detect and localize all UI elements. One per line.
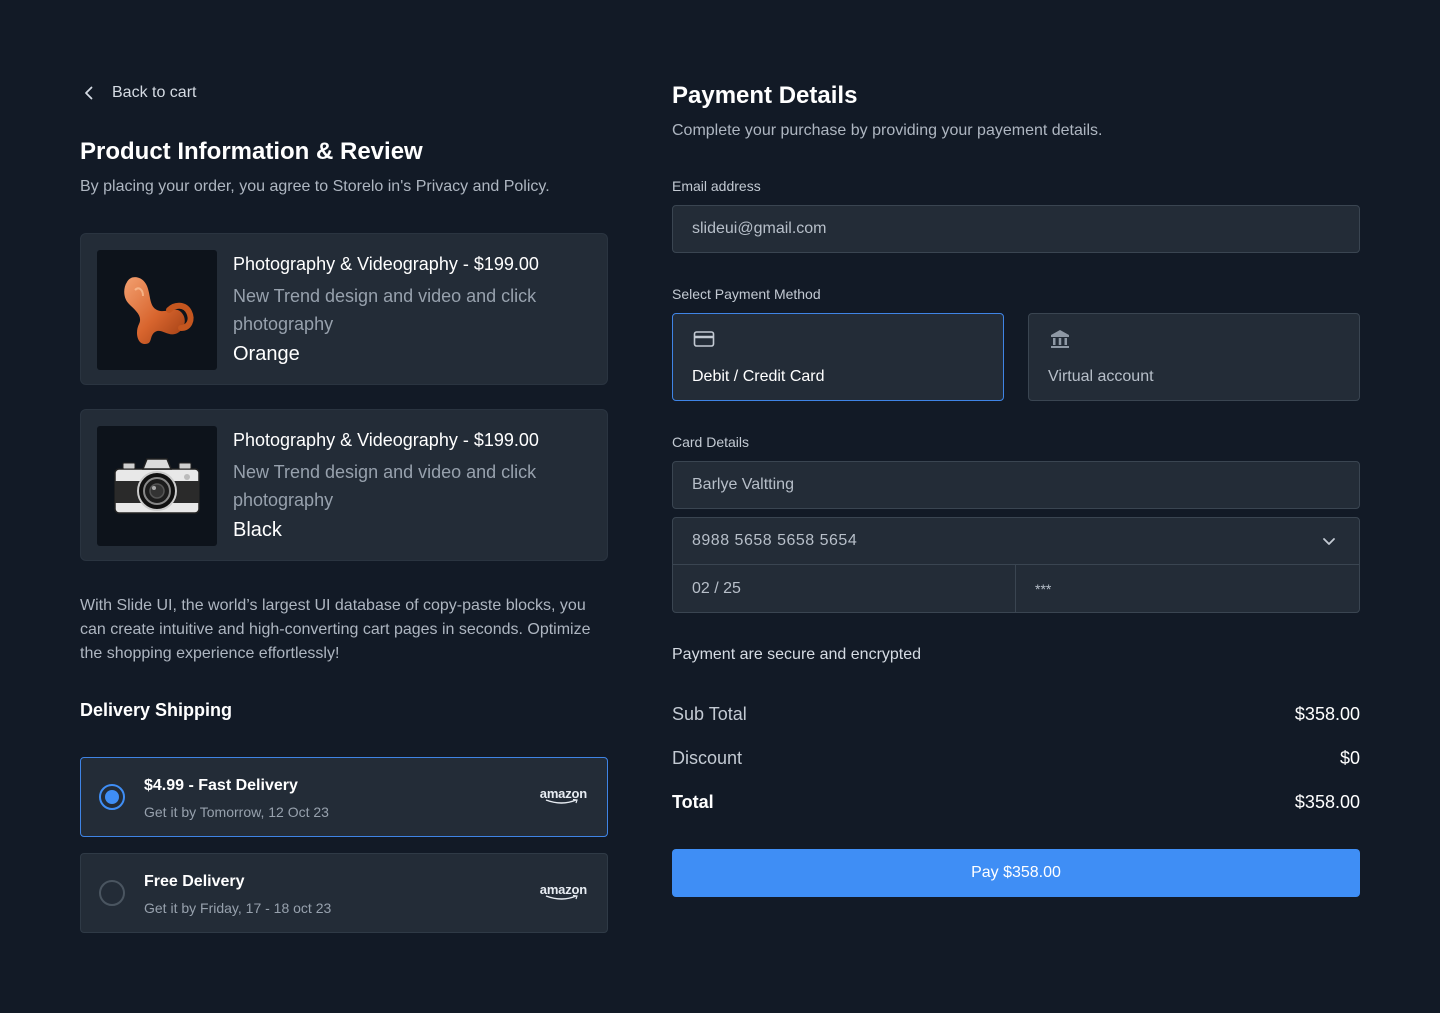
product-card: Photography & Videography - $199.00 New … <box>80 233 608 385</box>
radio-selected-icon[interactable] <box>99 784 125 810</box>
cardholder-name-field[interactable]: Barlye Valtting <box>672 461 1360 509</box>
bank-icon <box>1049 328 1071 350</box>
subtotal-row: Sub Total $358.00 <box>672 704 1360 725</box>
amazon-logo-icon: amazon <box>540 882 587 901</box>
email-label: Email address <box>672 178 761 194</box>
chevron-down-icon[interactable] <box>1321 533 1337 549</box>
card-expiry-field[interactable]: 02 / 25 <box>673 565 1016 612</box>
card-cvc-value: *** <box>1035 580 1052 597</box>
product-description: New Trend design and video and click pho… <box>233 462 537 510</box>
total-value: $358.00 <box>1294 792 1360 812</box>
shipping-name: Free Delivery <box>144 873 245 890</box>
pay-button[interactable]: Pay $358.00 <box>672 849 1360 897</box>
payment-method-virtual-account[interactable]: Virtual account <box>1028 313 1360 401</box>
product-description: New Trend design and video and click pho… <box>233 286 537 334</box>
orange-chair-icon <box>97 250 217 370</box>
card-details-label: Card Details <box>672 434 750 450</box>
shipping-eta: Get it by Tomorrow, 12 Oct 23 <box>144 804 329 820</box>
back-to-cart-link[interactable]: Back to cart <box>80 80 196 106</box>
radio-unselected-icon[interactable] <box>99 880 125 906</box>
method-label: Virtual account <box>1048 368 1154 385</box>
shipping-name: $4.99 - Fast Delivery <box>144 777 298 794</box>
product-info: Photography & Videography - $199.00 New … <box>233 252 593 368</box>
total-label: Total <box>672 792 714 812</box>
camera-icon <box>97 426 217 546</box>
payment-subtitle: Complete your purchase by providing your… <box>672 122 1103 139</box>
subtotal-value: $358.00 <box>1294 704 1360 724</box>
payment-method-card[interactable]: Debit / Credit Card <box>672 313 1004 401</box>
card-cvc-field[interactable]: *** <box>1016 565 1359 612</box>
shipping-text: Free Delivery Get it by Friday, 17 - 18 … <box>144 872 331 918</box>
product-info: Photography & Videography - $199.00 New … <box>233 428 593 544</box>
shipping-option-free[interactable]: Free Delivery Get it by Friday, 17 - 18 … <box>80 853 608 933</box>
credit-card-icon <box>693 328 715 350</box>
card-input-group: 8988 5658 5658 5654 02 / 25 *** <box>672 517 1360 613</box>
brand-label: amazon <box>539 882 587 897</box>
product-card: Photography & Videography - $199.00 New … <box>80 409 608 561</box>
method-label: Debit / Credit Card <box>692 368 825 385</box>
subtotal-label: Sub Total <box>672 704 747 724</box>
discount-row: Discount $0 <box>672 748 1360 769</box>
product-title: Photography & Videography - $199.00 <box>233 430 539 450</box>
payment-method-label: Select Payment Method <box>672 286 821 302</box>
discount-label: Discount <box>672 748 743 768</box>
brand-label: amazon <box>539 786 587 801</box>
email-field[interactable]: slideui@gmail.com <box>672 205 1360 253</box>
discount-value: $0 <box>1339 748 1360 768</box>
product-variant: Orange <box>233 343 300 365</box>
promo-blurb: With Slide UI, the world’s largest UI da… <box>80 597 591 662</box>
amazon-logo-icon: amazon <box>540 786 587 805</box>
cardholder-name-value: Barlye Valtting <box>692 476 794 493</box>
total-row: Total $358.00 <box>672 792 1360 813</box>
payment-title: Payment Details <box>672 82 858 109</box>
review-title: Product Information & Review <box>80 138 423 165</box>
chevron-left-icon <box>80 84 98 102</box>
delivery-title: Delivery Shipping <box>80 700 233 720</box>
card-number-value: 8988 5658 5658 5654 <box>692 532 858 549</box>
shipping-eta: Get it by Friday, 17 - 18 oct 23 <box>144 900 332 916</box>
review-subtitle: By placing your order, you agree to Stor… <box>80 178 550 195</box>
product-variant: Black <box>233 519 282 541</box>
checkout-page: Back to cart Product Information & Revie… <box>0 0 1440 1013</box>
shipping-option-fast[interactable]: $4.99 - Fast Delivery Get it by Tomorrow… <box>80 757 608 837</box>
card-expiry-value: 02 / 25 <box>692 579 741 597</box>
shipping-text: $4.99 - Fast Delivery Get it by Tomorrow… <box>144 776 329 822</box>
email-value: slideui@gmail.com <box>692 220 827 237</box>
secure-note: Payment are secure and encrypted <box>672 646 922 663</box>
back-to-cart-label: Back to cart <box>112 84 197 101</box>
card-number-field[interactable]: 8988 5658 5658 5654 <box>673 518 1359 565</box>
product-title: Photography & Videography - $199.00 <box>233 254 539 274</box>
